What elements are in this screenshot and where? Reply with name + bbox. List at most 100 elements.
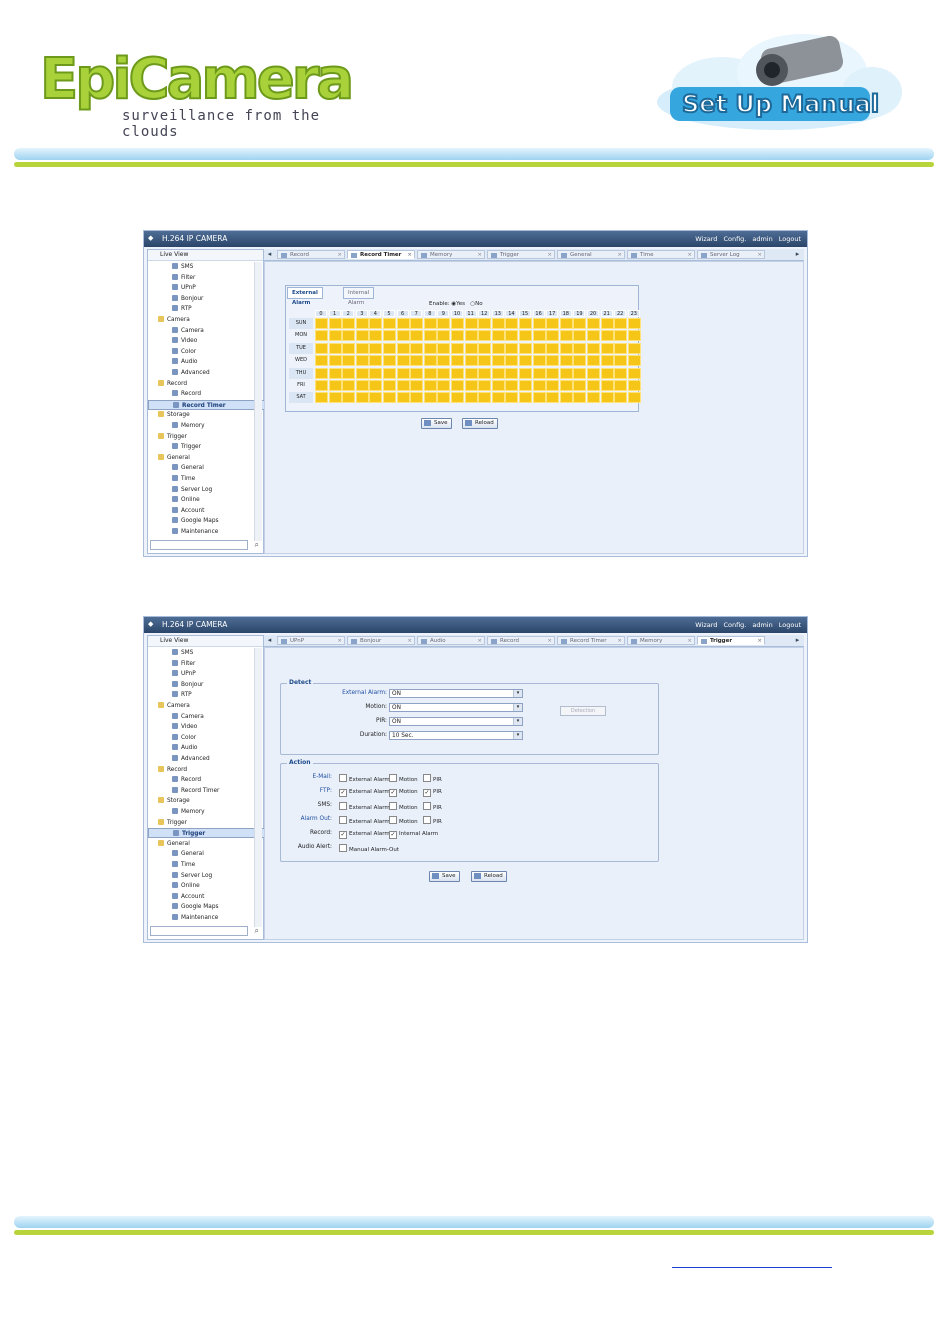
schedule-cell[interactable] (491, 318, 505, 329)
action-checkbox[interactable]: PIR (423, 774, 442, 783)
schedule-cell[interactable] (342, 342, 356, 354)
checkbox-icon[interactable] (389, 816, 397, 824)
wizard-link[interactable]: Wizard (695, 235, 717, 243)
action-checkbox[interactable]: External Alarm (339, 802, 390, 811)
close-icon[interactable]: × (687, 637, 692, 646)
schedule-cell[interactable] (614, 367, 628, 379)
schedule-cell[interactable] (478, 380, 492, 391)
tab-external-alarm[interactable]: External Alarm (287, 287, 323, 306)
schedule-cell[interactable] (559, 355, 573, 367)
schedule-cell[interactable] (573, 330, 587, 342)
schedule-cell[interactable] (519, 380, 532, 391)
sidebar-item[interactable]: Bonjour (172, 680, 203, 690)
schedule-cell[interactable] (315, 330, 328, 342)
schedule-cell[interactable] (614, 330, 628, 342)
scroll-right-icon[interactable]: ▸ (793, 636, 802, 645)
schedule-cell[interactable] (614, 392, 628, 404)
action-checkbox[interactable]: Motion (389, 802, 418, 811)
schedule-cell[interactable] (587, 392, 600, 404)
schedule-cell[interactable] (587, 355, 600, 367)
schedule-cell[interactable] (559, 367, 573, 379)
action-checkbox[interactable]: Motion (389, 816, 418, 825)
chevron-down-icon[interactable]: ▾ (513, 732, 522, 739)
tab-item[interactable]: Bonjour × (347, 636, 415, 645)
schedule-cell[interactable] (587, 318, 600, 329)
schedule-cell[interactable] (396, 392, 410, 404)
schedule-cell[interactable] (410, 342, 424, 354)
schedule-cell[interactable] (369, 367, 383, 379)
checkbox-icon[interactable] (423, 774, 431, 782)
sidebar-item[interactable]: Storage (158, 796, 190, 806)
schedule-cell[interactable] (573, 318, 587, 329)
schedule-cell[interactable] (410, 392, 424, 404)
schedule-cell[interactable] (546, 355, 560, 367)
schedule-cell[interactable] (342, 367, 356, 379)
sidebar-item[interactable]: Advanced (172, 368, 210, 378)
sidebar-item[interactable]: SMS (172, 262, 193, 272)
schedule-cell[interactable] (437, 355, 451, 367)
field-select[interactable]: ON ▾ (389, 717, 523, 726)
schedule-cell[interactable] (437, 392, 451, 404)
schedule-cell[interactable] (437, 342, 451, 354)
schedule-cell[interactable] (328, 367, 342, 379)
schedule-cell[interactable] (587, 380, 600, 391)
checkbox-icon[interactable]: ✓ (423, 789, 431, 797)
checkbox-icon[interactable] (339, 816, 347, 824)
sidebar-item[interactable]: Online (172, 495, 200, 505)
tab-item[interactable]: General × (557, 250, 625, 259)
tab-item[interactable]: Server Log × (697, 250, 765, 259)
sidebar-item[interactable]: Filter (172, 659, 195, 669)
tab-item[interactable]: Trigger × (697, 636, 765, 645)
schedule-cell[interactable] (600, 330, 614, 342)
schedule-cell[interactable] (410, 367, 424, 379)
schedule-cell[interactable] (355, 392, 369, 404)
action-checkbox[interactable]: Motion (389, 774, 418, 783)
schedule-cell[interactable] (519, 392, 532, 404)
schedule-cell[interactable] (478, 367, 492, 379)
logout-link[interactable]: Logout (779, 235, 801, 243)
sidebar-item[interactable]: Camera (172, 326, 204, 336)
action-checkbox[interactable]: ✓ Internal Alarm (389, 830, 438, 839)
schedule-cell[interactable] (369, 330, 383, 342)
schedule-cell[interactable] (451, 318, 464, 329)
sidebar-item[interactable]: UPnP (172, 669, 196, 679)
schedule-cell[interactable] (369, 380, 383, 391)
schedule-cell[interactable] (478, 392, 492, 404)
schedule-cell[interactable] (532, 380, 546, 391)
live-view-link[interactable]: Live View (148, 636, 263, 647)
schedule-cell[interactable] (546, 380, 560, 391)
schedule-cell[interactable] (355, 318, 369, 329)
sidebar-item[interactable]: General (158, 453, 190, 463)
sidebar-item[interactable]: Camera (172, 712, 204, 722)
schedule-cell[interactable] (532, 318, 546, 329)
schedule-cell[interactable] (315, 318, 328, 329)
schedule-cell[interactable] (315, 380, 328, 391)
detection-button[interactable]: Detection (560, 706, 606, 716)
schedule-cell[interactable] (491, 392, 505, 404)
schedule-cell[interactable] (369, 318, 383, 329)
schedule-cell[interactable] (423, 330, 437, 342)
schedule-cell[interactable] (532, 330, 546, 342)
schedule-cell[interactable] (410, 318, 424, 329)
schedule-cell[interactable] (600, 318, 614, 329)
schedule-cell[interactable] (478, 330, 492, 342)
checkbox-icon[interactable] (423, 802, 431, 810)
schedule-cell[interactable] (328, 355, 342, 367)
schedule-cell[interactable] (396, 380, 410, 391)
save-button[interactable]: Save (421, 418, 452, 429)
schedule-cell[interactable] (573, 392, 587, 404)
action-checkbox[interactable]: External Alarm (339, 774, 390, 783)
schedule-cell[interactable] (451, 392, 464, 404)
schedule-cell[interactable] (546, 318, 560, 329)
schedule-cell[interactable] (627, 392, 641, 404)
schedule-cell[interactable] (451, 355, 464, 367)
schedule-cell[interactable] (600, 367, 614, 379)
admin-link[interactable]: admin (752, 235, 772, 243)
sidebar-item[interactable]: UPnP (172, 283, 196, 293)
schedule-cell[interactable] (573, 367, 587, 379)
close-icon[interactable]: × (407, 251, 412, 260)
tab-item[interactable]: Trigger × (487, 250, 555, 259)
config-link[interactable]: Config. (723, 621, 746, 629)
sidebar-item[interactable]: Trigger (172, 442, 201, 452)
schedule-cell[interactable] (315, 342, 328, 354)
